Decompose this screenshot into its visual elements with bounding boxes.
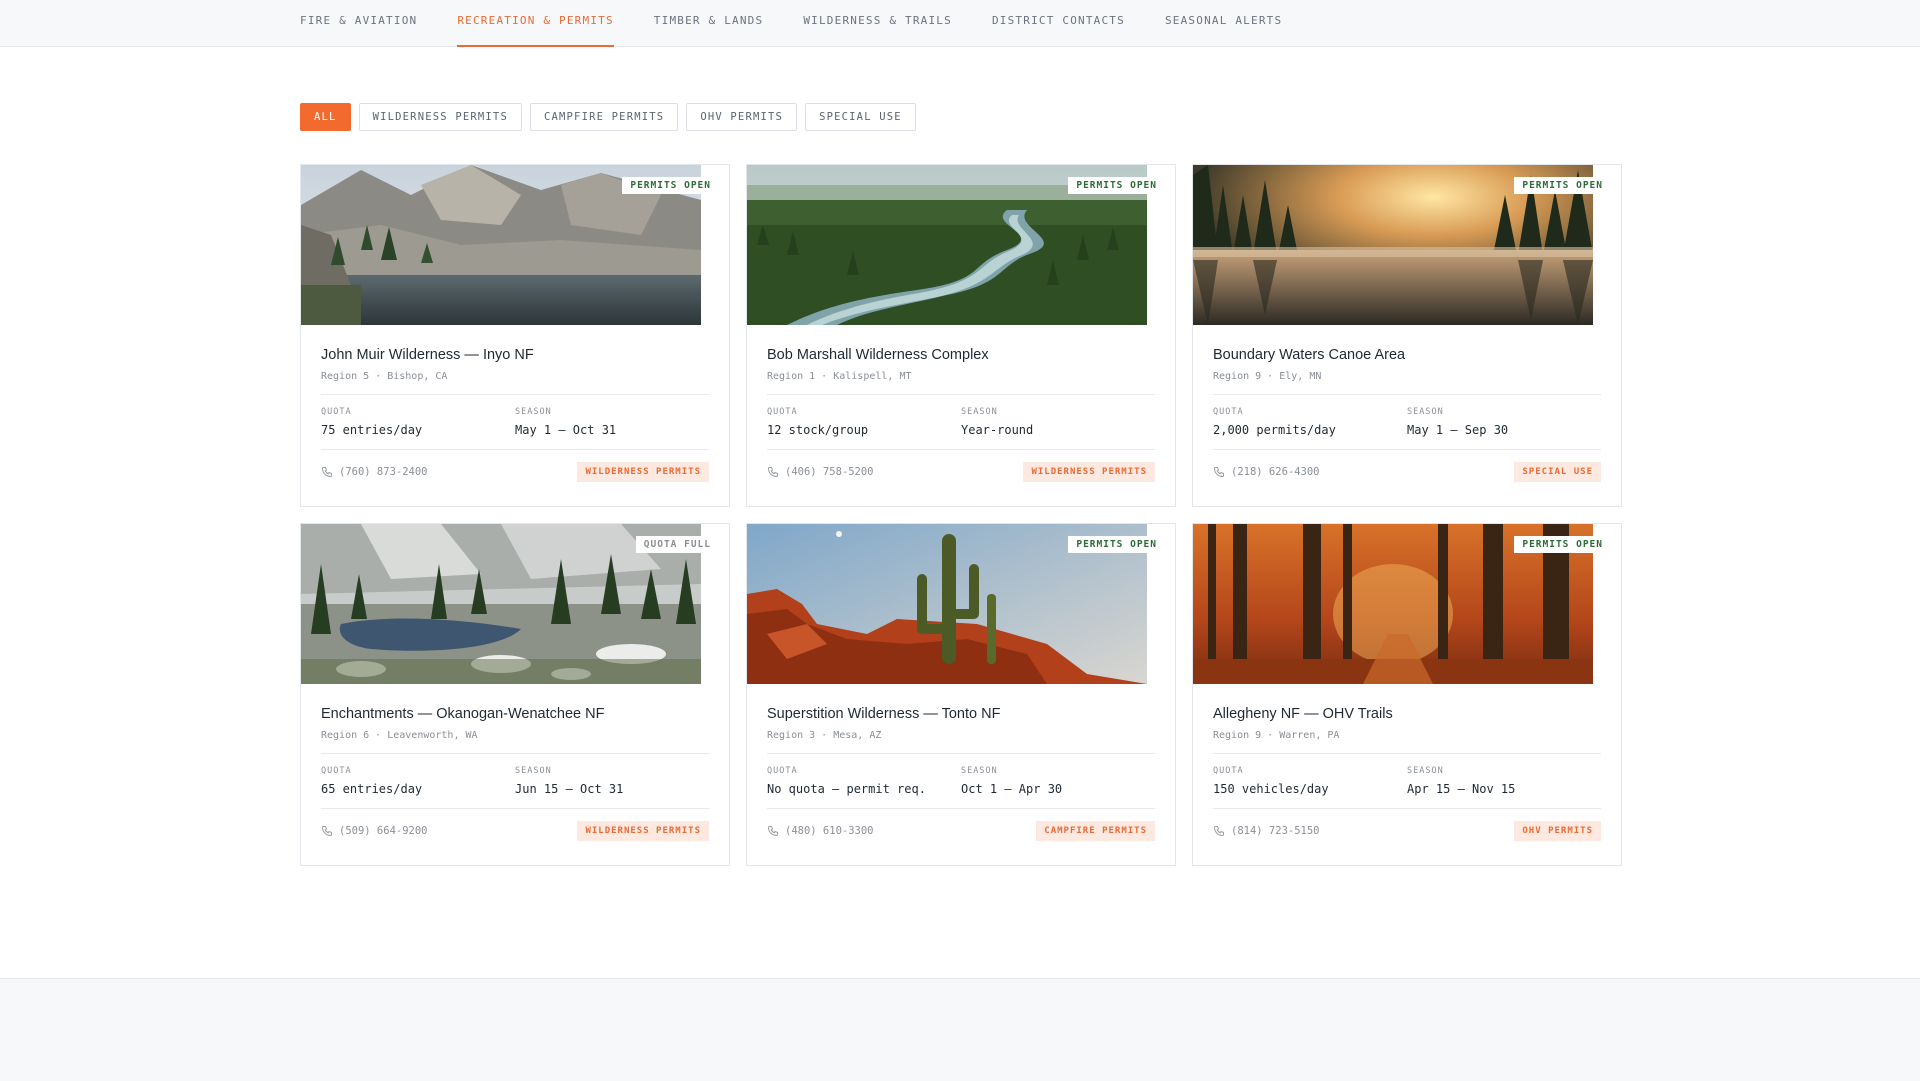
filter-campfire-permits[interactable]: CAMPFIRE PERMITS: [529, 103, 679, 131]
card-title[interactable]: Superstition Wilderness — Tonto NF: [767, 706, 1155, 722]
status-badge: PERMITS OPEN: [1514, 177, 1611, 194]
nav-seasonal-alerts[interactable]: SEASONAL ALERTS: [1165, 0, 1282, 46]
quota-value: 12 stock/group: [767, 423, 869, 437]
phone-icon: [321, 826, 332, 837]
filter-ohv-permits[interactable]: OHV PERMITS: [686, 103, 798, 131]
season-label: SEASON: [1407, 407, 1444, 417]
phone-icon: [767, 826, 778, 837]
permit-type-badge: WILDERNESS PERMITS: [577, 821, 709, 841]
season-value: May 1 – Sep 30: [1407, 423, 1509, 437]
quota-label: QUOTA: [1213, 766, 1244, 776]
season-value: Jun 15 – Oct 31: [515, 782, 624, 796]
divider: [1213, 808, 1601, 809]
nav-fire-aviation[interactable]: FIRE & AVIATION: [300, 0, 417, 46]
season-value: Oct 1 – Apr 30: [961, 782, 1063, 796]
filter-wilderness-permits[interactable]: WILDERNESS PERMITS: [358, 103, 522, 131]
status-badge: PERMITS OPEN: [1068, 177, 1165, 194]
season-label: SEASON: [515, 407, 552, 417]
season-label: SEASON: [961, 407, 998, 417]
season-value: May 1 – Oct 31: [515, 423, 617, 437]
permit-card[interactable]: PERMITS OPEN Superstition Wilderness — T…: [746, 523, 1176, 866]
quota-label: QUOTA: [321, 407, 352, 417]
divider: [1213, 753, 1601, 754]
permit-type-badge: WILDERNESS PERMITS: [577, 462, 709, 482]
quota-value: 150 vehicles/day: [1213, 782, 1329, 796]
card-location: Region 6 · Leavenworth, WA: [321, 730, 478, 741]
quota-value: 75 entries/day: [321, 423, 423, 437]
card-location: Region 9 · Warren, PA: [1213, 730, 1340, 741]
divider: [767, 808, 1155, 809]
divider: [321, 808, 709, 809]
quota-value: 2,000 permits/day: [1213, 423, 1336, 437]
card-location: Region 9 · Ely, MN: [1213, 371, 1322, 382]
permit-card[interactable]: PERMITS OPEN Allegheny NF — OHV Trails R…: [1192, 523, 1622, 866]
permit-card[interactable]: PERMITS OPEN John Muir Wilderness — Inyo…: [300, 164, 730, 507]
phone-link[interactable]: (218) 626-4300: [1213, 466, 1320, 478]
status-badge: PERMITS OPEN: [1514, 536, 1611, 553]
season-label: SEASON: [515, 766, 552, 776]
divider: [321, 394, 709, 395]
phone-link[interactable]: (406) 758-5200: [767, 466, 874, 478]
divider: [1213, 449, 1601, 450]
phone-icon: [1213, 826, 1224, 837]
phone-icon: [767, 467, 778, 478]
nav-timber-lands[interactable]: TIMBER & LANDS: [654, 0, 764, 46]
status-badge: PERMITS OPEN: [1068, 536, 1165, 553]
season-label: SEASON: [961, 766, 998, 776]
permit-card[interactable]: PERMITS OPEN Bob Marshall Wilderness Com…: [746, 164, 1176, 507]
season-value: Year-round: [961, 423, 1034, 437]
phone-number: (406) 758-5200: [785, 466, 874, 478]
card-location: Region 3 · Mesa, AZ: [767, 730, 882, 741]
divider: [767, 394, 1155, 395]
phone-number: (480) 610-3300: [785, 825, 874, 837]
phone-icon: [321, 467, 332, 478]
quota-label: QUOTA: [767, 766, 798, 776]
card-title[interactable]: Bob Marshall Wilderness Complex: [767, 347, 1155, 363]
card-title[interactable]: John Muir Wilderness — Inyo NF: [321, 347, 709, 363]
divider: [321, 449, 709, 450]
phone-icon: [1213, 467, 1224, 478]
card-title[interactable]: Allegheny NF — OHV Trails: [1213, 706, 1601, 722]
permit-type-badge: WILDERNESS PERMITS: [1023, 462, 1155, 482]
status-badge: PERMITS OPEN: [622, 177, 719, 194]
top-nav: FIRE & AVIATION RECREATION & PERMITS TIM…: [0, 0, 1920, 47]
card-title[interactable]: Enchantments — Okanogan-Wenatchee NF: [321, 706, 709, 722]
divider: [767, 753, 1155, 754]
divider: [321, 753, 709, 754]
card-location: Region 5 · Bishop, CA: [321, 371, 448, 382]
quota-value: No quota — permit req.: [767, 782, 926, 796]
permit-type-badge: SPECIAL USE: [1514, 462, 1601, 482]
permit-card[interactable]: PERMITS OPEN Boundary Waters Canoe Area …: [1192, 164, 1622, 507]
phone-link[interactable]: (814) 723-5150: [1213, 825, 1320, 837]
divider: [767, 449, 1155, 450]
filter-all[interactable]: ALL: [300, 103, 351, 131]
nav-recreation-permits[interactable]: RECREATION & PERMITS: [457, 0, 615, 47]
season-value: Apr 15 – Nov 15: [1407, 782, 1516, 796]
nav-wilderness-trails[interactable]: WILDERNESS & TRAILS: [803, 0, 952, 46]
phone-number: (760) 873-2400: [339, 466, 428, 478]
permit-card-grid: PERMITS OPEN John Muir Wilderness — Inyo…: [300, 164, 1622, 866]
phone-link[interactable]: (480) 610-3300: [767, 825, 874, 837]
card-location: Region 1 · Kalispell, MT: [767, 371, 912, 382]
nav-district-contacts[interactable]: DISTRICT CONTACTS: [992, 0, 1125, 46]
phone-number: (218) 626-4300: [1231, 466, 1320, 478]
status-badge: QUOTA FULL: [635, 536, 719, 553]
quota-value: 65 entries/day: [321, 782, 423, 796]
filter-bar: ALL WILDERNESS PERMITS CAMPFIRE PERMITS …: [300, 103, 916, 131]
permit-card[interactable]: QUOTA FULL Enchantments — Okanogan-Wenat…: [300, 523, 730, 866]
phone-link[interactable]: (509) 664-9200: [321, 825, 428, 837]
phone-number: (509) 664-9200: [339, 825, 428, 837]
quota-label: QUOTA: [1213, 407, 1244, 417]
phone-number: (814) 723-5150: [1231, 825, 1320, 837]
card-title[interactable]: Boundary Waters Canoe Area: [1213, 347, 1601, 363]
phone-link[interactable]: (760) 873-2400: [321, 466, 428, 478]
season-label: SEASON: [1407, 766, 1444, 776]
filter-special-use[interactable]: SPECIAL USE: [805, 103, 916, 131]
page-footer: [0, 978, 1920, 1081]
quota-label: QUOTA: [767, 407, 798, 417]
quota-label: QUOTA: [321, 766, 352, 776]
permit-type-badge: OHV PERMITS: [1514, 821, 1601, 841]
divider: [1213, 394, 1601, 395]
permit-type-badge: CAMPFIRE PERMITS: [1036, 821, 1155, 841]
